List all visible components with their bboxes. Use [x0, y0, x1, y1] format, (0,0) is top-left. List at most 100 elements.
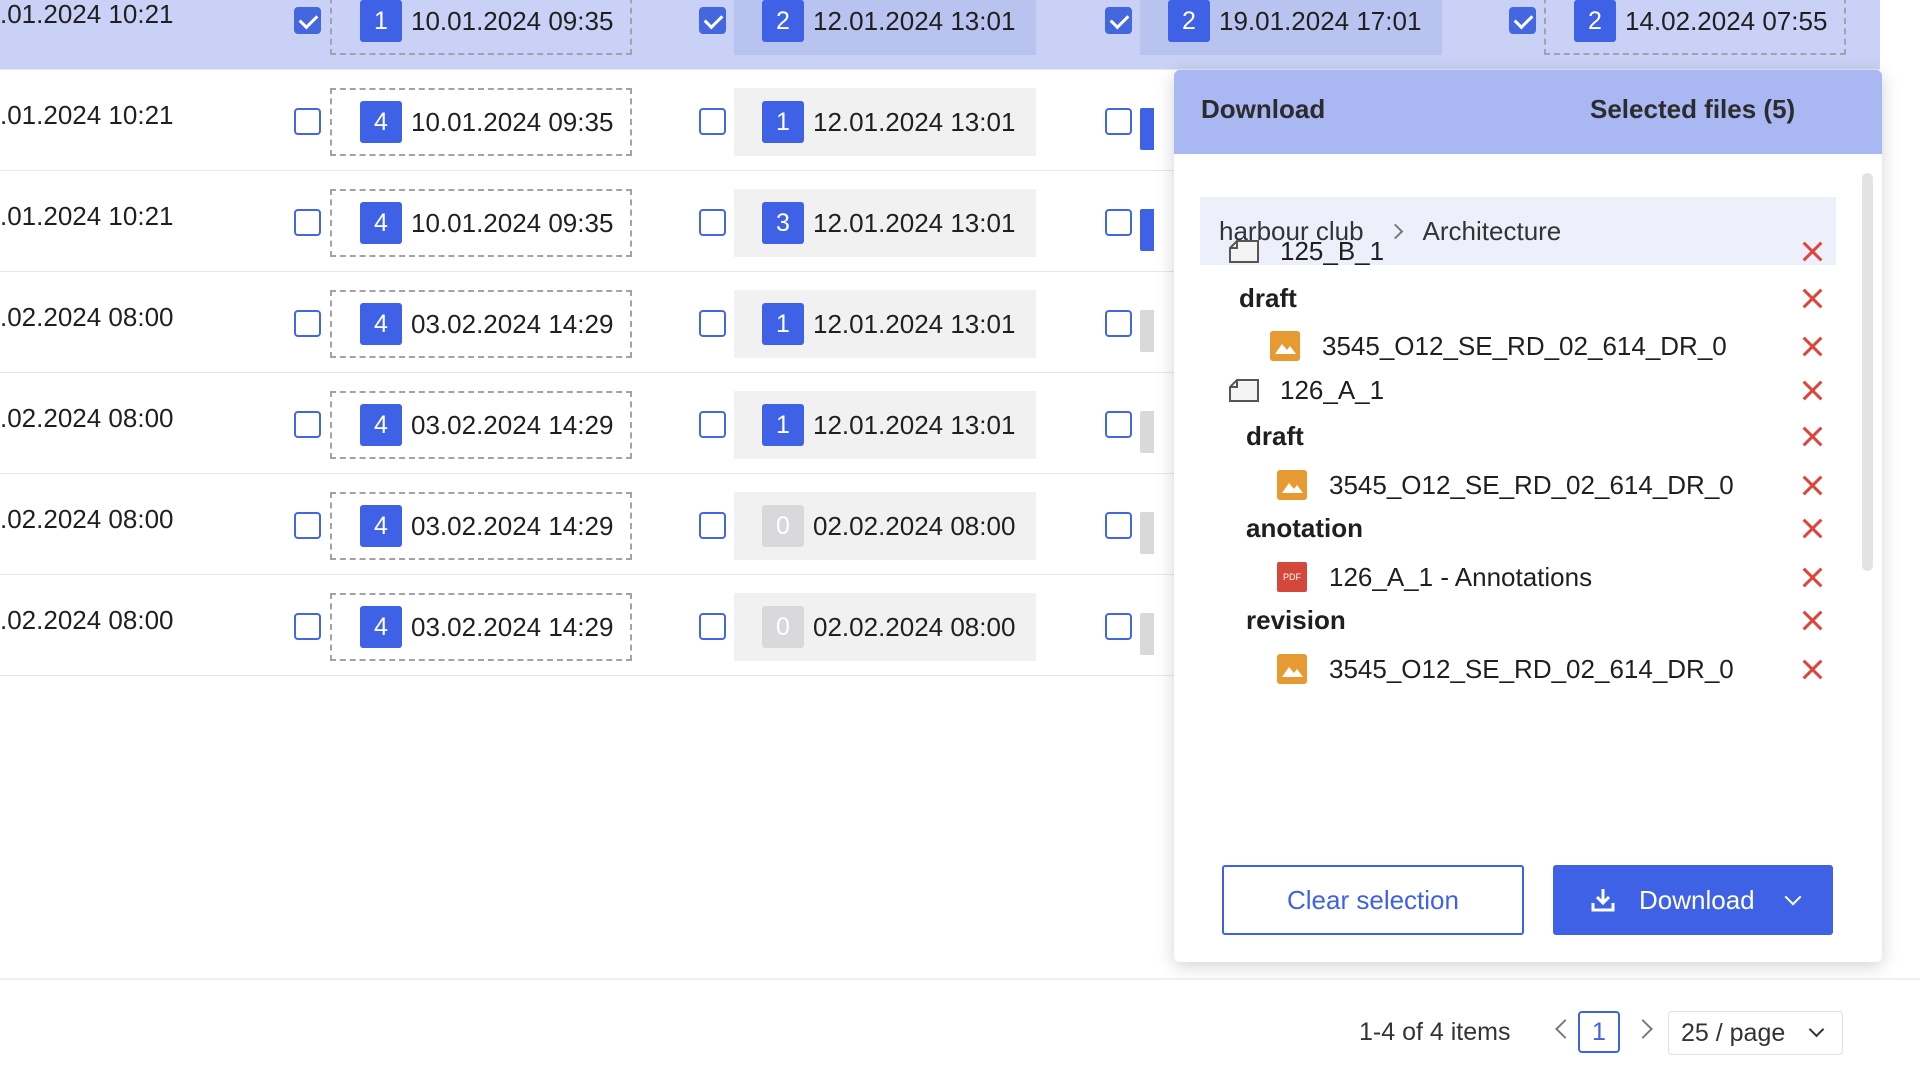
- remove-icon[interactable]: [1802, 610, 1822, 630]
- page-number-button[interactable]: 1: [1578, 1011, 1620, 1053]
- item-label: 3545_O12_SE_RD_02_614_DR_0: [1329, 653, 1734, 684]
- version-cell[interactable]: 4 10.01.2024 09:35: [330, 189, 632, 257]
- version-date: 12.01.2024 13:01: [813, 308, 1016, 339]
- item-label: 126_A_1: [1280, 374, 1385, 405]
- remove-icon[interactable]: [1802, 475, 1822, 495]
- chevron-down-icon: [1808, 1021, 1825, 1038]
- row-checkbox[interactable]: [1105, 512, 1132, 539]
- version-badge: 0: [762, 606, 804, 648]
- row-checkbox[interactable]: [1105, 411, 1132, 438]
- version-date: 02.02.2024 08:00: [813, 611, 1016, 642]
- created-date: .02.2024 08:00: [0, 504, 174, 534]
- row-checkbox[interactable]: [1105, 310, 1132, 337]
- version-date: 02.02.2024 08:00: [813, 510, 1016, 541]
- version-cell[interactable]: 1 12.01.2024 13:01: [734, 88, 1036, 156]
- pagination-summary: 1-4 of 4 items: [1359, 1018, 1511, 1046]
- version-cell[interactable]: 0 02.02.2024 08:00: [734, 593, 1036, 661]
- item-label: revision: [1246, 604, 1346, 635]
- remove-icon[interactable]: [1802, 288, 1822, 308]
- row-checkbox[interactable]: [294, 613, 321, 640]
- version-cell[interactable]: 4 03.02.2024 14:29: [330, 593, 632, 661]
- version-cell[interactable]: 4 03.02.2024 14:29: [330, 492, 632, 560]
- page-size-value: 25 / page: [1681, 1018, 1786, 1047]
- drawing-item: 125_B_1: [1228, 234, 1384, 268]
- row-checkbox[interactable]: [699, 108, 726, 135]
- page-size-select[interactable]: 25 / page: [1668, 1011, 1843, 1055]
- row-checkbox[interactable]: [699, 613, 726, 640]
- row-checkbox[interactable]: [294, 108, 321, 135]
- created-date: .01.2024 10:21: [0, 100, 174, 130]
- chevron-down-icon[interactable]: [1784, 888, 1802, 906]
- clear-selection-button[interactable]: Clear selection: [1222, 865, 1524, 935]
- row-checkbox[interactable]: [294, 411, 321, 438]
- version-cell[interactable]: 2 19.01.2024 17:01: [1140, 0, 1442, 55]
- version-date: 12.01.2024 13:01: [813, 409, 1016, 440]
- version-cell[interactable]: 2 12.01.2024 13:01: [734, 0, 1036, 55]
- download-button[interactable]: Download: [1553, 865, 1833, 935]
- file-item: 3545_O12_SE_RD_02_614_DR_0: [1277, 652, 1734, 686]
- version-date: 10.01.2024 09:35: [411, 5, 614, 36]
- version-date: 14.02.2024 07:55: [1625, 5, 1828, 36]
- version-date: 10.01.2024 09:35: [411, 106, 614, 137]
- remove-icon[interactable]: [1802, 380, 1822, 400]
- row-checkbox[interactable]: [1509, 7, 1536, 34]
- file-item: 3545_O12_SE_RD_02_614_DR_0: [1277, 468, 1734, 502]
- row-checkbox[interactable]: [1105, 209, 1132, 236]
- panel-scrollbar[interactable]: [1862, 173, 1873, 571]
- download-panel-header: Download Selected files (5): [1174, 70, 1882, 154]
- version-cell[interactable]: 0 02.02.2024 08:00: [734, 492, 1036, 560]
- version-badge: 4: [360, 101, 402, 143]
- version-cell[interactable]: 3 12.01.2024 13:01: [734, 189, 1036, 257]
- remove-icon[interactable]: [1802, 567, 1822, 587]
- row-checkbox[interactable]: [699, 310, 726, 337]
- item-label: draft: [1239, 282, 1297, 313]
- version-cell[interactable]: 4 03.02.2024 14:29: [330, 290, 632, 358]
- version-cell[interactable]: 1 10.01.2024 09:35: [330, 0, 632, 55]
- version-badge: 1: [762, 101, 804, 143]
- row-checkbox[interactable]: [699, 7, 726, 34]
- row-checkbox[interactable]: [1105, 613, 1132, 640]
- remove-icon[interactable]: [1802, 659, 1822, 679]
- version-badge: 4: [360, 404, 402, 446]
- version-cell[interactable]: 1 12.01.2024 13:01: [734, 391, 1036, 459]
- row-checkbox[interactable]: [294, 7, 321, 34]
- row-checkbox[interactable]: [294, 209, 321, 236]
- image-file-icon: [1277, 654, 1307, 684]
- row-checkbox[interactable]: [699, 512, 726, 539]
- row-checkbox[interactable]: [294, 512, 321, 539]
- version-badge: 0: [762, 505, 804, 547]
- chevron-right-icon[interactable]: [1633, 1019, 1653, 1039]
- remove-icon[interactable]: [1802, 336, 1822, 356]
- row-checkbox[interactable]: [699, 411, 726, 438]
- version-badge: [1140, 613, 1154, 655]
- version-cell[interactable]: 4 03.02.2024 14:29: [330, 391, 632, 459]
- table-footer-divider: [0, 978, 1920, 980]
- version-badge: 1: [762, 404, 804, 446]
- version-date: 03.02.2024 14:29: [411, 611, 614, 642]
- version-cell[interactable]: 4 10.01.2024 09:35: [330, 88, 632, 156]
- row-checkbox[interactable]: [1105, 108, 1132, 135]
- item-label: anotation: [1246, 512, 1363, 543]
- remove-icon[interactable]: [1802, 241, 1822, 261]
- version-date: 03.02.2024 14:29: [411, 510, 614, 541]
- version-cell[interactable]: 2 14.02.2024 07:55: [1544, 0, 1846, 55]
- remove-icon[interactable]: [1802, 518, 1822, 538]
- version-date: 12.01.2024 13:01: [813, 207, 1016, 238]
- version-badge: 2: [762, 0, 804, 42]
- version-date: 12.01.2024 13:01: [813, 5, 1016, 36]
- table-row[interactable]: .01.2024 10:21 1 10.01.2024 09:35 2 12.01.20…: [0, 0, 1880, 70]
- drive-icon: [1229, 379, 1259, 402]
- row-checkbox[interactable]: [699, 209, 726, 236]
- created-date: .01.2024 10:21: [0, 0, 174, 29]
- created-date: .02.2024 08:00: [0, 302, 174, 332]
- chevron-left-icon[interactable]: [1555, 1019, 1575, 1039]
- item-label: 3545_O12_SE_RD_02_614_DR_0: [1322, 330, 1727, 361]
- version-badge: 3: [762, 202, 804, 244]
- row-checkbox[interactable]: [294, 310, 321, 337]
- version-badge: [1140, 209, 1154, 251]
- version-cell[interactable]: 1 12.01.2024 13:01: [734, 290, 1036, 358]
- remove-icon[interactable]: [1802, 426, 1822, 446]
- download-button-label: Download: [1639, 884, 1755, 915]
- row-checkbox[interactable]: [1105, 7, 1132, 34]
- file-item: PDF 126_A_1 - Annotations: [1277, 560, 1592, 594]
